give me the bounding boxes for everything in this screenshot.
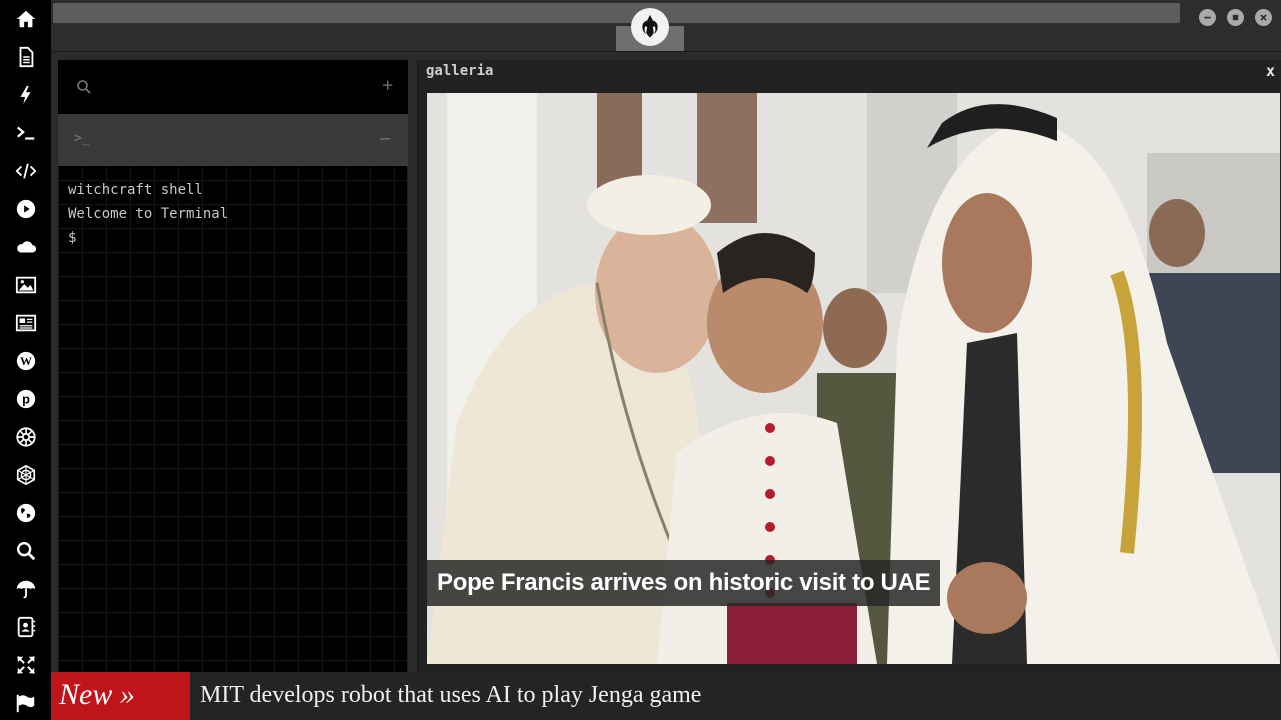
gallery-close-button[interactable]: x [1266,62,1275,80]
bolt-icon[interactable] [13,82,39,108]
rebel-alliance-icon [631,8,669,46]
code-icon[interactable] [13,158,39,184]
umbrella-icon[interactable] [13,576,39,602]
svg-text:p: p [22,392,30,407]
search-icon[interactable] [13,538,39,564]
prompt-icon: >_ [74,131,90,146]
galactic-empire-icon[interactable] [13,424,39,450]
document-icon[interactable] [13,44,39,70]
terminal-line: witchcraft shell [68,182,203,198]
news-ticker: New » MIT develops robot that uses AI to… [51,672,1281,720]
newspaper-icon[interactable] [13,310,39,336]
search-icon[interactable] [76,79,92,95]
expand-icon[interactable] [13,652,39,678]
terminal-icon[interactable] [13,120,39,146]
terminal-panel: + >_ − witchcraft shell Welcome to Termi… [58,60,408,672]
ticker-badge: New » [51,672,190,720]
logo-tab[interactable] [616,0,684,52]
terminal-line: Welcome to Terminal [68,206,229,222]
home-icon[interactable] [13,6,39,32]
globe-icon[interactable] [13,500,39,526]
contacts-icon[interactable] [13,614,39,640]
terminal-search-row: + [58,60,408,114]
play-icon[interactable] [13,196,39,222]
top-bar [51,0,1281,52]
terminal-tab[interactable]: >_ − [58,114,408,166]
terminal-output[interactable]: witchcraft shell Welcome to Terminal $ [68,178,228,250]
photo-caption: Pope Francis arrives on historic visit t… [427,560,941,606]
minimize-icon[interactable] [1199,9,1216,26]
flag-icon[interactable] [13,690,39,716]
terminal-prompt: $ [68,230,77,246]
image-icon[interactable] [13,272,39,298]
death-star-icon[interactable] [13,462,39,488]
close-icon[interactable] [1255,9,1272,26]
sidebar: W p [0,0,51,720]
close-terminal-button[interactable]: − [379,129,392,148]
cloud-icon[interactable] [13,234,39,260]
gallery-photo[interactable]: Pope Francis arrives on historic visit t… [427,93,1280,664]
gallery-panel: galleria x Pope Francis arrives on histo… [417,60,1281,672]
svg-text:W: W [20,354,32,368]
gallery-title: galleria [426,63,494,79]
wordpress-icon[interactable]: W [13,348,39,374]
new-terminal-button[interactable]: + [381,76,394,94]
pinterest-icon[interactable]: p [13,386,39,412]
maximize-icon[interactable] [1227,9,1244,26]
ticker-headline[interactable]: MIT develops robot that uses AI to play … [200,672,701,718]
